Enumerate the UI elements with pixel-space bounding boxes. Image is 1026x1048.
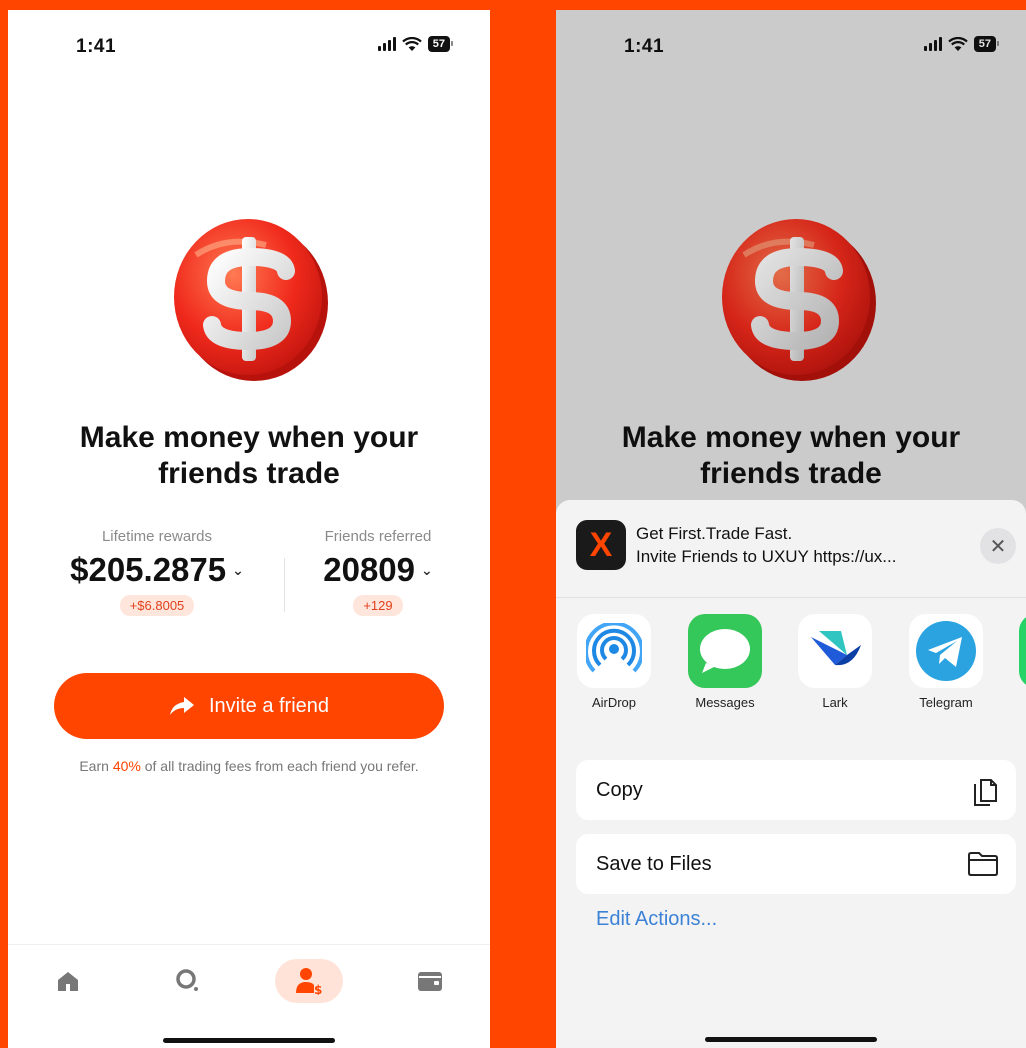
save-to-files-action[interactable]: Save to Files (576, 834, 1016, 894)
home-indicator (163, 1038, 335, 1043)
signal-icon (377, 37, 396, 51)
referral-icon: $ (296, 968, 322, 995)
share-sheet: X Get First.Trade Fast. Invite Friends t… (556, 500, 1026, 1048)
tab-referral[interactable]: $ (275, 959, 343, 1003)
invite-friend-button[interactable]: Invite a friend (54, 673, 444, 739)
share-target-lark[interactable]: Lark (785, 614, 885, 710)
friends-referred-value: 20809 (323, 551, 416, 588)
copy-action[interactable]: Copy (576, 760, 1016, 820)
share-target-messages[interactable]: Messages (675, 614, 775, 710)
share-arrow-icon (169, 697, 194, 715)
close-button[interactable]: ✕ (980, 528, 1016, 564)
home-icon (58, 972, 78, 991)
referral-stats: Lifetime rewards $205.2875 ⌄ +$6.8005 Fr… (8, 528, 490, 638)
friends-referred-label: Friends referred (324, 528, 432, 545)
airdrop-icon (586, 623, 642, 673)
lark-icon (811, 631, 861, 666)
wifi-icon (401, 36, 422, 51)
wallet-icon (418, 972, 442, 991)
status-time: 1:41 (76, 36, 117, 57)
referral-screen: 1:41 57 Make money when your friends tra… (8, 10, 490, 1048)
telegram-icon (916, 621, 976, 681)
share-title: Get First.Trade Fast. (636, 524, 793, 543)
lifetime-rewards-label: Lifetime rewards (101, 528, 213, 545)
chevron-down-icon[interactable]: ⌄ (421, 562, 433, 579)
status-icons: 57 (377, 36, 454, 52)
close-icon: ✕ (989, 535, 1007, 558)
share-subtitle: Invite Friends to UXUY https://ux... (636, 547, 897, 566)
dollar-coin-icon (174, 219, 328, 381)
share-target-airdrop[interactable]: AirDrop (564, 614, 664, 710)
tab-search[interactable] (154, 959, 222, 1003)
lifetime-rewards[interactable]: Lifetime rewards $205.2875 ⌄ +$6.8005 (52, 528, 262, 616)
home-indicator (705, 1037, 877, 1042)
tab-wallet[interactable] (396, 959, 464, 1003)
lifetime-rewards-value: $205.2875 (70, 551, 227, 588)
svg-text:$: $ (314, 983, 322, 995)
friends-referred[interactable]: Friends referred 20809 ⌄ +129 (298, 528, 458, 616)
edit-actions-link[interactable]: Edit Actions... (596, 908, 717, 931)
friends-delta-badge: +129 (353, 595, 403, 616)
tab-home[interactable] (34, 959, 102, 1003)
messages-icon (700, 629, 750, 673)
tab-bar: $ (8, 944, 490, 1048)
search-icon (176, 969, 198, 991)
stats-divider (284, 558, 285, 612)
rewards-delta-badge: +$6.8005 (119, 595, 195, 616)
divider (556, 597, 1026, 598)
page-title: Make money when your friends trade (79, 421, 419, 490)
copy-icon (974, 779, 997, 806)
share-screen: 1:41 57 Make money when your friends tra… (556, 10, 1026, 1048)
share-target-more[interactable] (1006, 614, 1026, 688)
app-icon: X (576, 520, 626, 570)
chevron-down-icon[interactable]: ⌄ (232, 562, 244, 579)
share-sheet-header: X Get First.Trade Fast. Invite Friends t… (576, 518, 1016, 576)
battery-icon: 57 (427, 36, 454, 52)
share-target-telegram[interactable]: Telegram (896, 614, 996, 710)
folder-icon (968, 852, 998, 876)
share-targets: AirDrop Messages Lark Telegram (556, 614, 1026, 724)
status-bar: 1:41 57 (8, 10, 490, 82)
earn-note: Earn 40% of all trading fees from each f… (79, 758, 419, 774)
